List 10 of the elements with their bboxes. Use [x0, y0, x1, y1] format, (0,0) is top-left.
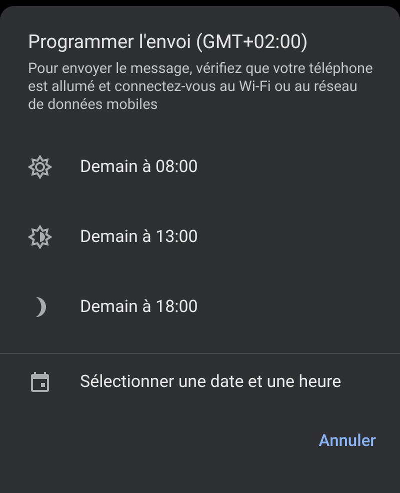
- schedule-option[interactable]: Demain à 13:00: [0, 202, 400, 272]
- half-sun-icon: [28, 225, 52, 249]
- dialog-message: Pour envoyer le message, vérifiez que votre téléphone est allumé et connectez-vous au Wi-Fi ou au réseau de données mobiles: [28, 60, 374, 114]
- custom-date-option[interactable]: Sélectionner une date et une heure: [0, 364, 400, 400]
- sun-icon: [28, 155, 52, 179]
- calendar-icon: [28, 370, 52, 394]
- dialog-title: Programmer l'envoi (GMT+02:00): [28, 30, 309, 54]
- cancel-button[interactable]: Annuler: [316, 428, 378, 455]
- schedule-option[interactable]: Demain à 08:00: [0, 132, 400, 202]
- schedule-option[interactable]: Demain à 18:00: [0, 272, 400, 342]
